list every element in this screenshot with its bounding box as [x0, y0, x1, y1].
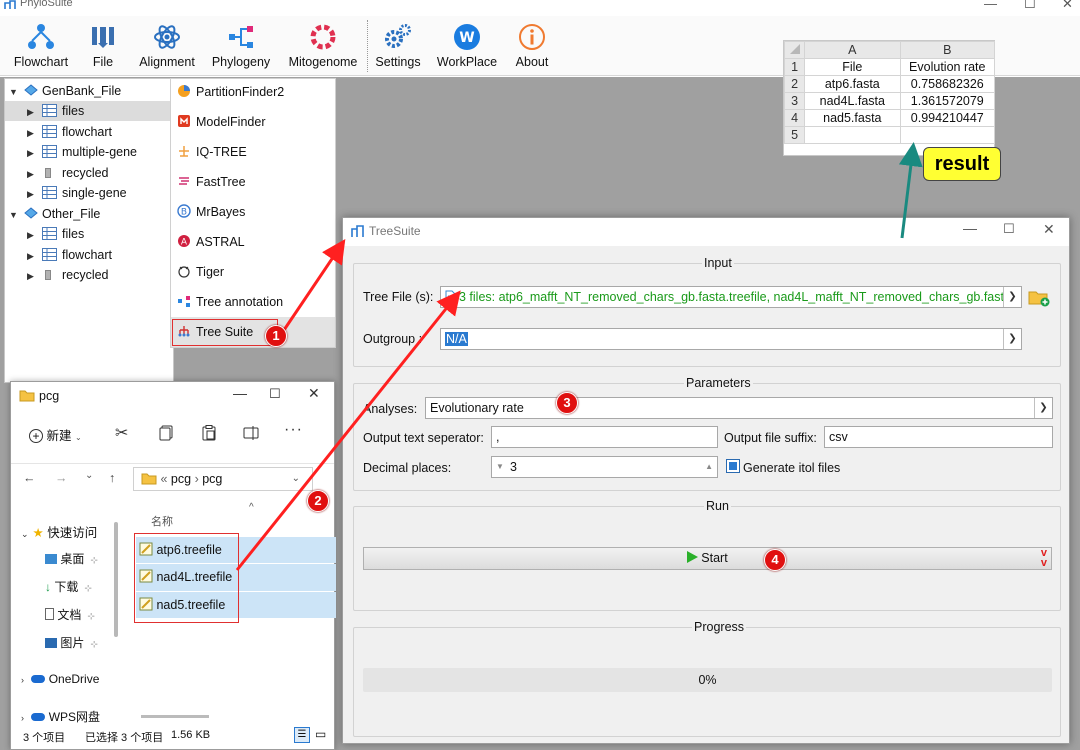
step-badge: 3	[556, 392, 578, 414]
step-badge: 4	[764, 549, 786, 571]
annotation-arrows	[235, 142, 923, 571]
arrow-result	[898, 142, 923, 239]
result-callout: result	[923, 147, 1001, 181]
step-badge: 1	[265, 325, 287, 347]
step-badge: 2	[307, 490, 329, 512]
arrow-step-1	[280, 239, 346, 334]
